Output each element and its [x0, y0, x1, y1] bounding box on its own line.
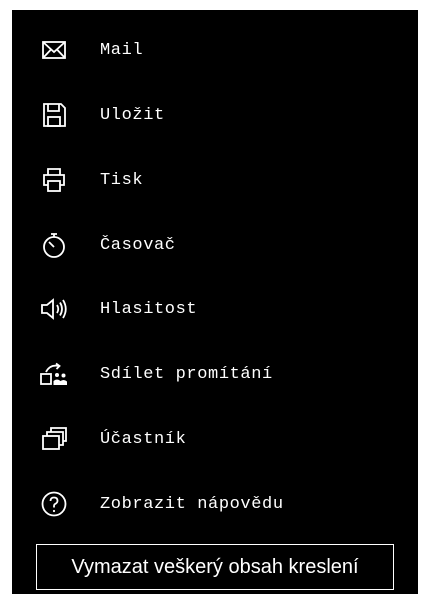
menu-item-save[interactable]: Uložit	[12, 90, 418, 140]
menu-item-label: Sdílet promítání	[100, 364, 273, 384]
share-screen-icon	[38, 358, 70, 390]
menu-item-share-screen[interactable]: Sdílet promítání	[12, 349, 418, 399]
menu-panel: Mail Uložit Tisk Časovač Hlasitost Sdíle…	[12, 10, 418, 594]
menu-item-label: Uložit	[100, 105, 165, 125]
clear-drawing-button[interactable]: Vymazat veškerý obsah kreslení	[36, 544, 394, 590]
menu-item-label: Účastník	[100, 429, 187, 449]
participants-icon	[38, 423, 70, 455]
menu-item-label: Zobrazit nápovědu	[100, 494, 284, 514]
menu-item-volume[interactable]: Hlasitost	[12, 284, 418, 334]
menu-item-label: Tisk	[100, 170, 144, 190]
menu-item-help[interactable]: Zobrazit nápovědu	[12, 479, 418, 529]
menu-item-label: Časovač	[100, 235, 176, 255]
menu-item-timer[interactable]: Časovač	[12, 220, 418, 270]
menu-item-print[interactable]: Tisk	[12, 155, 418, 205]
help-icon	[38, 488, 70, 520]
timer-icon	[38, 229, 70, 261]
menu-item-label: Hlasitost	[100, 299, 198, 319]
menu-item-mail[interactable]: Mail	[12, 25, 418, 75]
print-icon	[38, 164, 70, 196]
menu-item-label: Mail	[100, 40, 144, 60]
menu-item-participants[interactable]: Účastník	[12, 414, 418, 464]
mail-icon	[38, 34, 70, 66]
volume-icon	[38, 293, 70, 325]
save-icon	[38, 99, 70, 131]
